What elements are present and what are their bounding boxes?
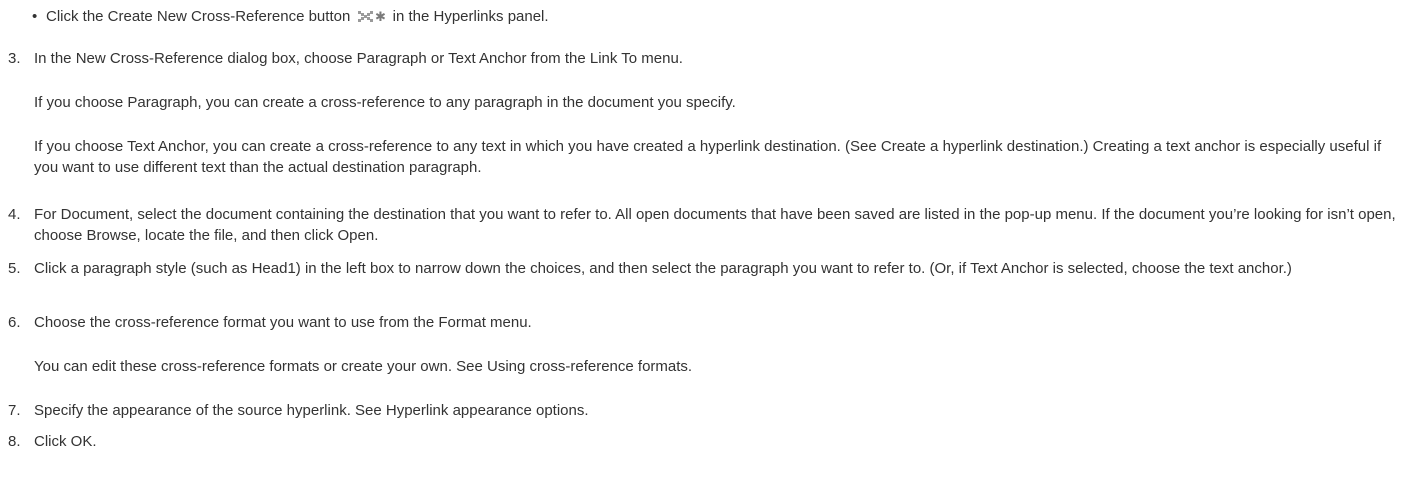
step-text: In the New Cross-Reference dialog box, c… <box>34 50 683 67</box>
step-6-note: You can edit these cross-reference forma… <box>34 358 693 375</box>
step-text: Choose the cross-reference format you wa… <box>34 314 532 331</box>
step-number: 6. <box>8 314 21 331</box>
bullet-text-after: in the Hyperlinks panel. <box>392 8 549 25</box>
instructions-document: • Click the Create New Cross-Reference b… <box>0 0 1423 489</box>
bullet-dot: • <box>32 8 38 25</box>
bullet-item: • Click the Create New Cross-Reference b… <box>32 6 1406 29</box>
step-number: 8. <box>8 433 21 450</box>
svg-text:✱: ✱ <box>375 10 385 23</box>
step-text: Specify the appearance of the source hyp… <box>34 402 589 419</box>
step-3-note-text-anchor: If you choose Text Anchor, you can creat… <box>34 138 1382 176</box>
bullet-text-before: Click the Create New Cross-Reference but… <box>46 8 351 25</box>
create-cross-reference-icon: ✱ <box>357 8 386 29</box>
step-number: 3. <box>8 50 21 67</box>
step-text: Click OK. <box>34 433 97 450</box>
step-3-note-paragraph: If you choose Paragraph, you can create … <box>34 94 736 111</box>
step-text: For Document, select the document contai… <box>34 206 1396 244</box>
step-number: 5. <box>8 260 21 277</box>
step-text: Click a paragraph style (such as Head1) … <box>34 260 1292 277</box>
step-number: 7. <box>8 402 21 419</box>
step-number: 4. <box>8 206 21 223</box>
